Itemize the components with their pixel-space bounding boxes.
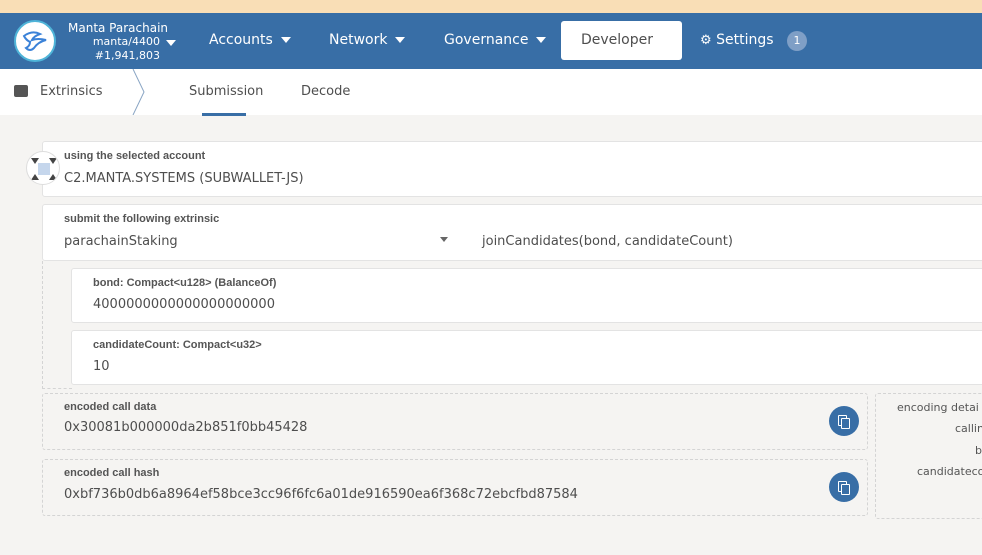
top-banner bbox=[0, 0, 982, 13]
chevron-down-icon bbox=[536, 37, 547, 43]
manta-logo[interactable] bbox=[14, 20, 56, 62]
copy-icon[interactable] bbox=[829, 406, 859, 436]
menu-label: Developer bbox=[581, 32, 654, 48]
param-candidate-count[interactable]: candidateCount: Compact<u32> 10 bbox=[71, 330, 982, 385]
menu-settings[interactable]: ⚙ Settings bbox=[700, 21, 774, 60]
encoded-hash-value: 0xbf736b0db6a8964ef58bce3cc96f6fc6a01de9… bbox=[64, 487, 578, 502]
account-identicon bbox=[26, 151, 60, 185]
encoding-row: callin bbox=[955, 422, 982, 435]
encoded-hash-label: encoded call hash bbox=[64, 467, 160, 479]
tab-decode[interactable]: Decode bbox=[301, 84, 350, 99]
account-label: using the selected account bbox=[64, 150, 206, 162]
encoded-data-value: 0x30081b000000da2b851f0bb45428 bbox=[64, 420, 308, 435]
menu-label: Accounts bbox=[209, 32, 273, 48]
chevron-down-icon bbox=[280, 37, 291, 43]
call-dropdown[interactable]: joinCandidates(bond, candidateCount) bbox=[482, 234, 733, 249]
pallet-dropdown[interactable]: parachainStaking bbox=[64, 234, 178, 249]
encoding-title: encoding detai bbox=[897, 401, 979, 414]
menu-accounts[interactable]: Accounts bbox=[209, 21, 291, 60]
account-value: C2.MANTA.SYSTEMS (SUBWALLET-JS) bbox=[64, 171, 304, 186]
block-number: #1,941,803 bbox=[94, 49, 160, 62]
extrinsic-label: submit the following extrinsic bbox=[64, 213, 220, 225]
top-nav: Manta Parachain manta/4400 #1,941,803 Ac… bbox=[0, 13, 982, 82]
account-selector[interactable]: using the selected account C2.MANTA.SYST… bbox=[42, 141, 982, 197]
active-tab-indicator bbox=[202, 113, 246, 116]
chain-selector[interactable]: Manta Parachain manta/4400 #1,941,803 bbox=[68, 21, 176, 63]
candidate-count-input[interactable]: 10 bbox=[93, 359, 110, 374]
encoding-row: b bbox=[975, 444, 982, 457]
bond-input[interactable]: 4000000000000000000000 bbox=[93, 297, 275, 312]
encoding-details: encoding detai callin b candidateco bbox=[875, 393, 982, 519]
param-label: candidateCount: Compact<u32> bbox=[93, 339, 262, 351]
extrinsic-selector: submit the following extrinsic parachain… bbox=[42, 204, 982, 261]
copy-icon[interactable] bbox=[829, 472, 859, 502]
encoded-data-label: encoded call data bbox=[64, 401, 157, 413]
encoded-call-hash: encoded call hash 0xbf736b0db6a8964ef58b… bbox=[42, 459, 868, 516]
chain-spec: manta/4400 bbox=[92, 35, 160, 48]
gears-icon: ⚙ bbox=[700, 33, 712, 48]
menu-developer[interactable]: Developer bbox=[561, 21, 682, 82]
menu-governance[interactable]: Governance bbox=[444, 21, 547, 60]
menu-label: Governance bbox=[444, 32, 529, 48]
encoding-row: candidateco bbox=[917, 465, 982, 478]
tab-submission[interactable]: Submission bbox=[189, 84, 263, 99]
menu-network[interactable]: Network bbox=[329, 21, 406, 60]
chevron-down-icon[interactable] bbox=[440, 237, 448, 242]
breadcrumb-separator bbox=[132, 69, 145, 115]
chevron-down-icon bbox=[166, 40, 176, 46]
param-bond[interactable]: bond: Compact<u128> (BalanceOf) 40000000… bbox=[71, 268, 982, 323]
extrinsics-icon bbox=[14, 85, 28, 97]
params-group bbox=[42, 261, 72, 389]
encoded-call-data: encoded call data 0x30081b000000da2b851f… bbox=[42, 393, 868, 450]
chain-name: Manta Parachain bbox=[68, 21, 169, 35]
menu-label: Network bbox=[329, 32, 388, 48]
menu-label: Settings bbox=[716, 32, 774, 48]
chevron-down-icon bbox=[395, 37, 406, 43]
param-label: bond: Compact<u128> (BalanceOf) bbox=[93, 277, 277, 289]
section-title: Extrinsics bbox=[40, 84, 103, 99]
sub-nav: Extrinsics Submission Decode bbox=[0, 69, 982, 115]
settings-badge: 1 bbox=[787, 31, 807, 51]
